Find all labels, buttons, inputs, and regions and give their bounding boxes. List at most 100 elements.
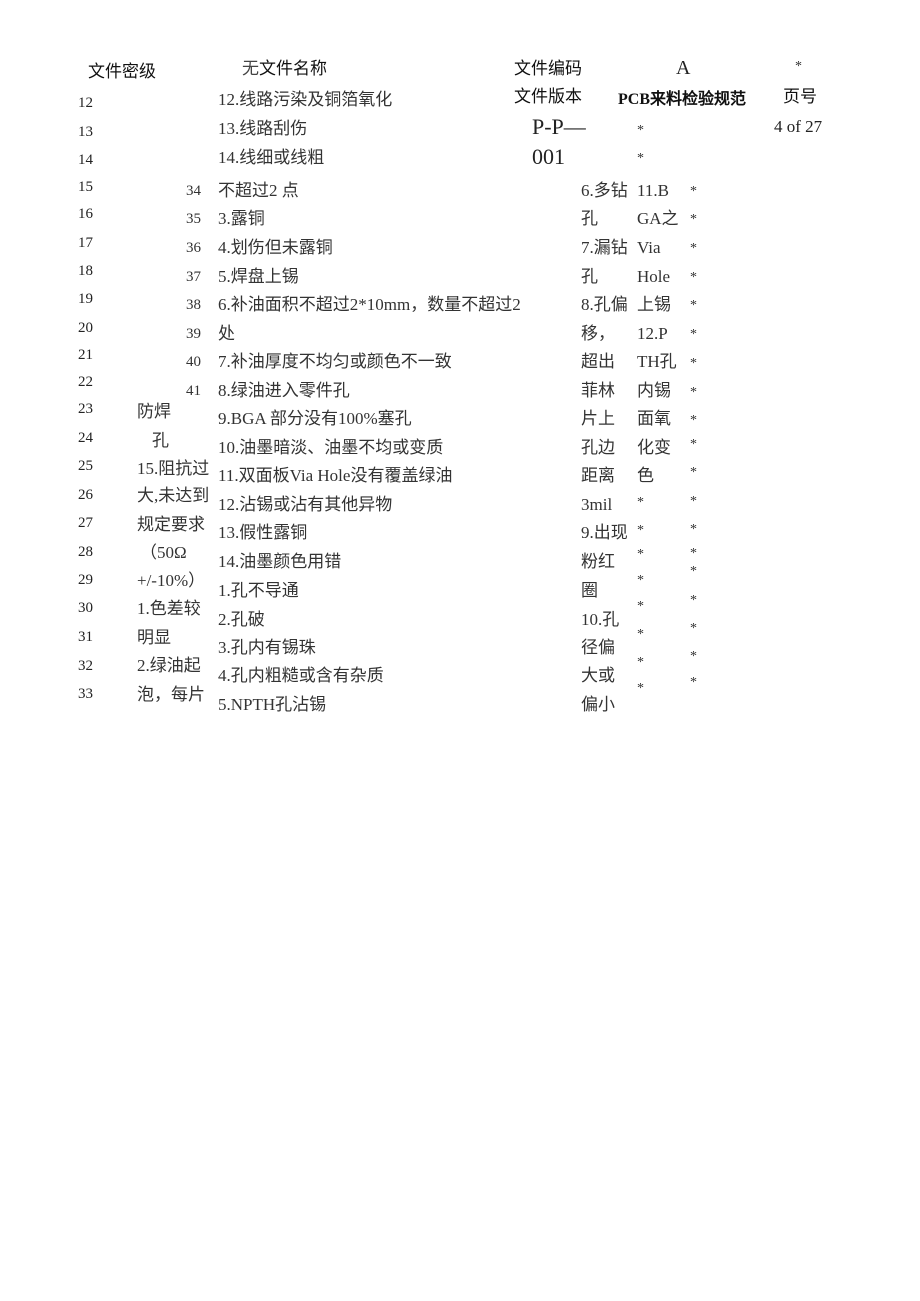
category-text: 泡，每片	[137, 685, 205, 704]
drill-defect-text: 距离	[581, 466, 615, 485]
secrecy-value: 无	[242, 59, 259, 78]
drill-defect-text: 孔边	[581, 438, 615, 457]
sub-number: 40	[186, 354, 201, 370]
drill-defect-text: 超出	[581, 352, 615, 371]
star-marker: *	[690, 385, 697, 400]
category-text: +/-10%）	[137, 571, 206, 590]
drill-defect-text: 孔	[581, 209, 598, 228]
page-label: 页号	[783, 87, 817, 106]
line-number: 27	[78, 515, 93, 531]
line-number: 16	[78, 206, 93, 222]
line-number: 22	[78, 374, 93, 390]
code-label: 文件编码	[514, 59, 582, 78]
sub-number: 35	[186, 211, 201, 227]
line-number: 24	[78, 430, 93, 446]
defect-item: 5.NPTH孔沾锡	[218, 695, 327, 714]
category-text: 1.色差较	[137, 599, 201, 618]
star-marker: *	[690, 298, 697, 313]
sub-number: 38	[186, 297, 201, 313]
version-value-line1: P-P—	[532, 114, 586, 139]
drill-defect-text: 大或	[581, 666, 615, 685]
page-value: 4 of 27	[774, 117, 823, 136]
doc-name-label: 文件名称	[259, 59, 327, 78]
defect-item: 1.孔不导通	[218, 581, 299, 600]
pth-defect-text: 化变	[637, 438, 671, 457]
doc-name-field: 无文件名称	[242, 60, 327, 77]
defect-item: 12.沾锡或沾有其他异物	[218, 495, 393, 514]
drill-defect-text: 7.漏钻	[581, 238, 628, 257]
pth-defect-text: 12.P	[637, 324, 668, 343]
star-marker: *	[690, 649, 697, 664]
drill-defect-text: 偏小	[581, 695, 615, 714]
category-text: （50Ω	[140, 543, 187, 562]
line-number: 32	[78, 658, 93, 674]
pth-defect-text: 上锡	[637, 295, 671, 314]
category-text: 2.绿油起	[137, 656, 201, 675]
category-text: 规定要求	[137, 515, 205, 534]
secrecy-label: 文件密级	[88, 62, 156, 81]
line-number: 25	[78, 458, 93, 474]
header-star-a: *	[637, 123, 644, 138]
line-number: 13	[78, 124, 93, 140]
defect-item: 3.露铜	[218, 209, 265, 228]
pth-defect-text: 11.B	[637, 181, 669, 200]
pth-defect-text: 色	[637, 466, 654, 485]
sub-number: 34	[186, 183, 201, 199]
code-value: A	[676, 57, 691, 79]
defect-item: 6.补油面积不超过2*10mm，数量不超过2	[218, 295, 521, 314]
star-marker: *	[637, 681, 644, 696]
drill-defect-text: 径偏	[581, 638, 615, 657]
header-star: *	[795, 59, 802, 74]
star-marker: *	[690, 413, 697, 428]
star-marker: *	[637, 547, 644, 562]
star-marker: *	[690, 494, 697, 509]
drill-defect-text: 9.出现	[581, 523, 628, 542]
pth-defect-text: GA之	[637, 209, 679, 228]
pth-defect-text: Via	[637, 238, 661, 257]
category-text: 明显	[137, 628, 171, 647]
defect-item: 不超过2 点	[218, 181, 299, 200]
sub-number: 39	[186, 326, 201, 342]
defect-item: 14.线细或线粗	[218, 148, 325, 167]
star-marker: *	[690, 564, 697, 579]
star-marker: *	[637, 627, 644, 642]
version-value-line2: 001	[532, 144, 565, 169]
header-star-b: *	[637, 151, 644, 166]
star-marker: *	[690, 270, 697, 285]
line-number: 21	[78, 347, 93, 363]
sub-number: 41	[186, 383, 201, 399]
defect-item: 10.油墨暗淡、油墨不均或变质	[218, 438, 444, 457]
pth-defect-text: 面氧	[637, 409, 671, 428]
defect-item: 7.补油厚度不均匀或颜色不一致	[218, 352, 452, 371]
defect-item: 2.孔破	[218, 610, 265, 629]
star-marker: *	[690, 212, 697, 227]
line-number: 20	[78, 320, 93, 336]
defect-item: 4.孔内粗糙或含有杂质	[218, 666, 384, 685]
line-number: 23	[78, 401, 93, 417]
line-number: 33	[78, 686, 93, 702]
drill-defect-text: 8.孔偏	[581, 295, 628, 314]
line-number: 12	[78, 95, 93, 111]
star-marker: *	[690, 675, 697, 690]
line-number: 31	[78, 629, 93, 645]
defect-item: 12.线路污染及铜箔氧化	[218, 90, 393, 109]
line-number: 17	[78, 235, 93, 251]
drill-defect-text: 移，	[581, 324, 615, 343]
drill-defect-text: 3mil	[581, 495, 613, 514]
pth-defect-text: 内锡	[637, 381, 671, 400]
star-marker: *	[690, 593, 697, 608]
sub-number: 37	[186, 269, 201, 285]
star-marker: *	[690, 356, 697, 371]
star-marker: *	[637, 523, 644, 538]
category-text: 15.阻抗过	[137, 459, 210, 478]
star-marker: *	[690, 437, 697, 452]
line-number: 29	[78, 572, 93, 588]
star-marker: *	[637, 573, 644, 588]
pth-defect-text: Hole	[637, 267, 671, 286]
line-number: 26	[78, 487, 93, 503]
drill-defect-text: 10.孔	[581, 610, 620, 629]
star-marker: *	[690, 184, 697, 199]
line-number: 28	[78, 544, 93, 560]
defect-item: 11.双面板Via Hole没有覆盖绿油	[218, 466, 453, 485]
defect-item: 14.油墨颜色用错	[218, 552, 342, 571]
